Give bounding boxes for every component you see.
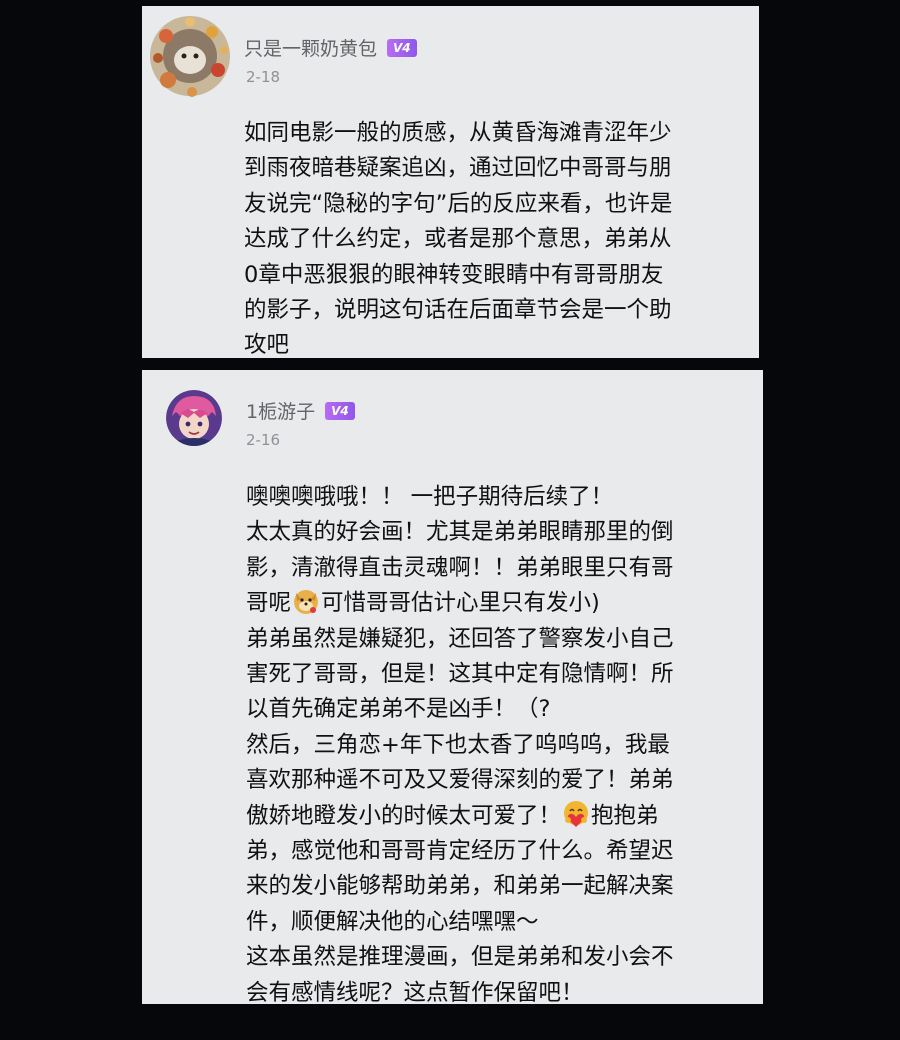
comment-line: 影，清澈得直击灵魂啊！！弟弟眼里只有哥 (246, 554, 674, 581)
comment-body: 如同电影一般的质感，从黄昏海滩青涩年少 到雨夜暗巷疑案追凶，通过回忆中哥哥与朋 … (244, 116, 744, 364)
screenshot-canvas: 只是一颗奶黄包 V4 2-18 如同电影一般的质感，从黄昏海滩青涩年少 到雨夜暗巷… (0, 0, 900, 1040)
comment-line: 喜欢那种遥不可及又爱得深刻的爱了！弟弟 (246, 767, 674, 794)
comment-line: 到雨夜暗巷疑案追凶，通过回忆中哥哥与朋 (244, 155, 672, 182)
comment-text: 哥呢 (246, 590, 292, 617)
comment-line: 0章中恶狠狠的眼神转变眼睛中有哥哥朋友 (244, 261, 664, 288)
user-avatar[interactable] (166, 390, 222, 446)
comment-line: 如同电影一般的质感，从黄昏海滩青涩年少 (244, 120, 672, 146)
comment-line: 会有感情线呢？这点暂作保留吧！ (246, 979, 584, 1006)
comment-date: 2-18 (246, 68, 281, 86)
comment-line: 达成了什么约定，或者是那个意思，弟弟从 (244, 226, 672, 253)
username[interactable]: 只是一颗奶黄包 V4 (244, 34, 417, 61)
comment-line: 件，顺便解决他的心结嘿嘿～ (246, 908, 539, 935)
user-avatar[interactable] (148, 14, 232, 98)
comment-text: 抱抱弟 (591, 802, 659, 829)
comment-body: 噢噢噢哦哦！！ 一把子期待后续了！ 太太真的好会画！尤其是弟弟眼睛那里的倒 影，… (246, 480, 750, 1011)
comment-line: 来的发小能够帮助弟弟，和弟弟一起解决案 (246, 873, 674, 900)
vip-level-badge: V4 (325, 401, 355, 420)
username-text[interactable]: 只是一颗奶黄包 (244, 38, 377, 60)
comment-card: 1栀游子 V4 2-16 噢噢噢哦哦！！ 一把子期待后续了！ 太太真的好会画！尤其… (142, 370, 763, 1006)
comment-text: 傲娇地瞪发小的时候太可爱了！ (246, 802, 562, 829)
comment-line: 弟，感觉他和哥哥肯定经历了什么。希望迟 (246, 838, 674, 865)
anime-character-avatar-icon (166, 390, 222, 446)
comment-line: 然后，三角恋+年下也太香了呜呜呜，我最 (246, 731, 670, 758)
comment-line: 哥呢 可惜哥哥估计心里只有发小) (246, 586, 750, 621)
vip-level-badge: V4 (387, 38, 417, 57)
comment-line: 弟弟虽然是嫌疑犯，还回答了警察发小自己 (246, 625, 674, 652)
comment-line: 太太真的好会画！尤其是弟弟眼睛那里的倒 (246, 519, 674, 546)
comment-line: 害死了哥哥，但是！这其中定有隐情啊！所 (246, 661, 674, 688)
comment-line: 友说完“隐秘的字句”后的反应来看，也许是 (244, 190, 673, 217)
comment-line: 攻吧 (244, 332, 290, 359)
comment-line: 以首先确定弟弟不是凶手！（? (246, 696, 551, 723)
hug-heart-emoji-icon (564, 800, 589, 827)
comment-text: 可惜哥哥估计心里只有发小) (321, 590, 600, 617)
comment-line: 噢噢噢哦哦！！ 一把子期待后续了！ (246, 484, 614, 510)
comment-line: 的影子，说明这句话在后面章节会是一个助 (244, 297, 672, 324)
doge-emoji-icon (294, 590, 319, 615)
comment-date: 2-16 (246, 431, 281, 449)
username-text[interactable]: 1栀游子 (246, 401, 315, 423)
comment-line: 傲娇地瞪发小的时候太可爱了！ 抱抱弟 (246, 799, 750, 834)
comment-line: 这本虽然是推理漫画，但是弟弟和发小会不 (246, 944, 674, 971)
comment-card: 只是一颗奶黄包 V4 2-18 如同电影一般的质感，从黄昏海滩青涩年少 到雨夜暗巷… (142, 6, 759, 358)
floral-wreath-avatar-icon (150, 16, 230, 97)
username[interactable]: 1栀游子 V4 (246, 397, 355, 424)
